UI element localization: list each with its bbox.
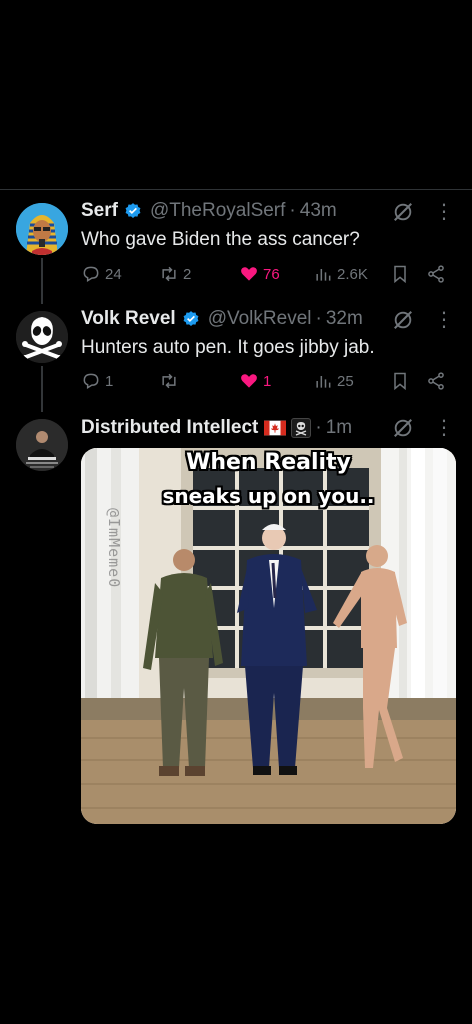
views-button[interactable]: 25 bbox=[313, 370, 354, 392]
tweet-header: Distributed Intellect · 1m bbox=[81, 416, 412, 440]
display-name[interactable]: Serf bbox=[81, 200, 118, 222]
retweet-button[interactable] bbox=[159, 370, 183, 392]
views-icon bbox=[316, 269, 331, 281]
display-name[interactable]: Distributed Intellect bbox=[81, 417, 258, 439]
heart-filled-icon bbox=[241, 267, 257, 281]
timestamp[interactable]: 32m bbox=[326, 308, 363, 330]
reply-count: 24 bbox=[105, 265, 122, 283]
more-options-icon[interactable]: ⋮ bbox=[434, 417, 454, 439]
portrait-avatar-icon bbox=[16, 419, 68, 471]
avatar[interactable] bbox=[16, 311, 68, 363]
skull-crossbones-avatar-icon bbox=[16, 311, 68, 363]
bookmark-icon bbox=[394, 265, 406, 284]
reply-button[interactable]: 1 bbox=[81, 370, 113, 392]
handle[interactable]: @TheRoyalSerf bbox=[150, 200, 285, 222]
thread-line bbox=[41, 258, 43, 304]
share-icon bbox=[428, 265, 444, 283]
action-bar: 1 1 25 bbox=[81, 370, 452, 392]
meme-caption-line-1: When Reality bbox=[186, 450, 351, 475]
tweet-header: Serf @TheRoyalSerf · 43m bbox=[81, 199, 412, 223]
reply-count: 1 bbox=[105, 372, 114, 390]
tweet-text: Who gave Biden the ass cancer? bbox=[81, 229, 360, 250]
retweet-button[interactable]: 2 bbox=[159, 263, 191, 285]
divider bbox=[0, 189, 472, 190]
verified-badge-icon bbox=[183, 311, 199, 326]
views-icon bbox=[316, 376, 331, 388]
timestamp[interactable]: 43m bbox=[300, 200, 337, 222]
bookmark-icon bbox=[394, 372, 406, 391]
view-count: 25 bbox=[337, 372, 354, 390]
tweet-media-image[interactable]: When Reality sneaks up on you.. @ImMeme0 bbox=[81, 448, 456, 824]
more-options-icon[interactable]: ⋮ bbox=[434, 201, 454, 223]
reply-button[interactable]: 24 bbox=[81, 263, 122, 285]
grok-icon[interactable] bbox=[392, 309, 414, 331]
grok-icon[interactable] bbox=[392, 417, 414, 439]
retweet-icon bbox=[162, 266, 176, 282]
views-button[interactable]: 2.6K bbox=[313, 263, 368, 285]
tweet-header: Volk Revel @VolkRevel · 32m bbox=[81, 307, 412, 331]
like-count: 1 bbox=[263, 372, 272, 390]
share-button[interactable] bbox=[426, 263, 446, 285]
skull-crossbones-badge-icon bbox=[291, 418, 312, 438]
separator-dot: · bbox=[315, 308, 322, 329]
pharaoh-avatar-icon bbox=[16, 203, 68, 255]
heart-filled-icon bbox=[241, 374, 257, 388]
share-icon bbox=[428, 372, 444, 390]
bookmark-button[interactable] bbox=[390, 370, 410, 392]
handle[interactable]: @VolkRevel bbox=[208, 308, 312, 330]
like-button[interactable]: 1 bbox=[239, 370, 271, 392]
canada-flag-icon bbox=[264, 420, 287, 436]
reply-icon bbox=[83, 373, 99, 389]
verified-badge-icon bbox=[125, 203, 141, 218]
view-count: 2.6K bbox=[337, 265, 368, 283]
share-button[interactable] bbox=[426, 370, 446, 392]
retweet-icon bbox=[162, 373, 176, 389]
like-button[interactable]: 76 bbox=[239, 263, 280, 285]
display-name[interactable]: Volk Revel bbox=[81, 308, 176, 330]
grok-icon[interactable] bbox=[392, 201, 414, 223]
reply-icon bbox=[83, 266, 99, 282]
action-bar: 24 2 76 2.6K bbox=[81, 263, 452, 285]
meme-caption-line-2: sneaks up on you.. bbox=[162, 484, 375, 508]
bookmark-button[interactable] bbox=[390, 263, 410, 285]
thread-line bbox=[41, 366, 43, 412]
separator-dot: · bbox=[289, 200, 296, 221]
avatar[interactable] bbox=[16, 203, 68, 255]
timestamp[interactable]: 1m bbox=[326, 417, 352, 439]
retweet-count: 2 bbox=[183, 265, 192, 283]
more-options-icon[interactable]: ⋮ bbox=[434, 309, 454, 331]
meme-watermark: @ImMeme0 bbox=[105, 508, 123, 589]
tweet-text: Hunters auto pen. It goes jibby jab. bbox=[81, 337, 375, 358]
avatar[interactable] bbox=[16, 419, 68, 471]
separator-dot: · bbox=[315, 417, 322, 438]
like-count: 76 bbox=[263, 265, 280, 283]
